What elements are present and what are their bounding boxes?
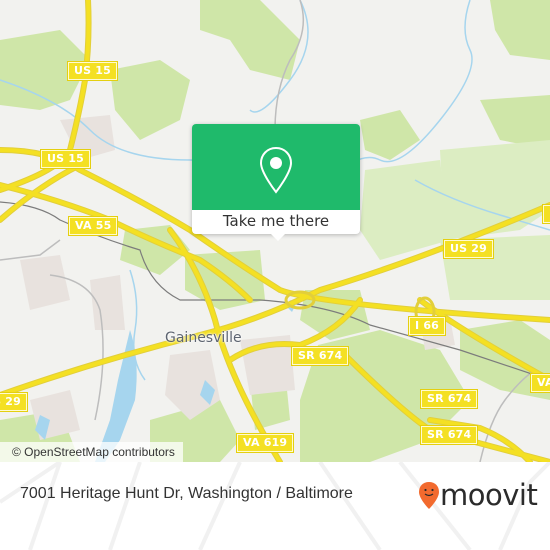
route-shield-partial: U — [541, 204, 550, 224]
route-shield-sr674: SR 674 — [419, 389, 479, 409]
address-text: 7001 Heritage Hunt Dr, Washington / Balt… — [20, 485, 353, 502]
route-shield-sr674: SR 674 — [419, 425, 479, 445]
popup-header — [192, 124, 360, 210]
route-shield-us29: US 29 — [0, 392, 28, 412]
route-shield-va55: VA 55 — [67, 216, 119, 236]
map-view[interactable]: US 15 US 15 VA 55 US 29 US 29 U I 66 SR … — [0, 0, 550, 462]
popup-pointer — [269, 232, 287, 241]
take-me-there-button[interactable]: Take me there — [192, 210, 360, 234]
route-shield-va: VA — [530, 373, 550, 393]
route-shield-us15: US 15 — [67, 61, 118, 81]
route-shield-us29: US 29 — [443, 239, 494, 259]
route-shield-i66: I 66 — [407, 316, 447, 336]
destination-popup: Take me there — [192, 124, 360, 241]
place-label-gainesville: Gainesville — [165, 330, 242, 346]
route-shield-sr674: SR 674 — [290, 346, 350, 366]
moovit-pin-icon — [419, 482, 439, 509]
map-attribution[interactable]: © OpenStreetMap contributors — [0, 442, 183, 462]
route-shield-va619: VA 619 — [235, 433, 295, 453]
moovit-wordmark: moovit — [440, 478, 538, 512]
location-pin-icon — [259, 146, 293, 194]
route-shield-us15: US 15 — [40, 149, 91, 169]
footer-bar: 7001 Heritage Hunt Dr, Washington / Balt… — [0, 462, 550, 550]
